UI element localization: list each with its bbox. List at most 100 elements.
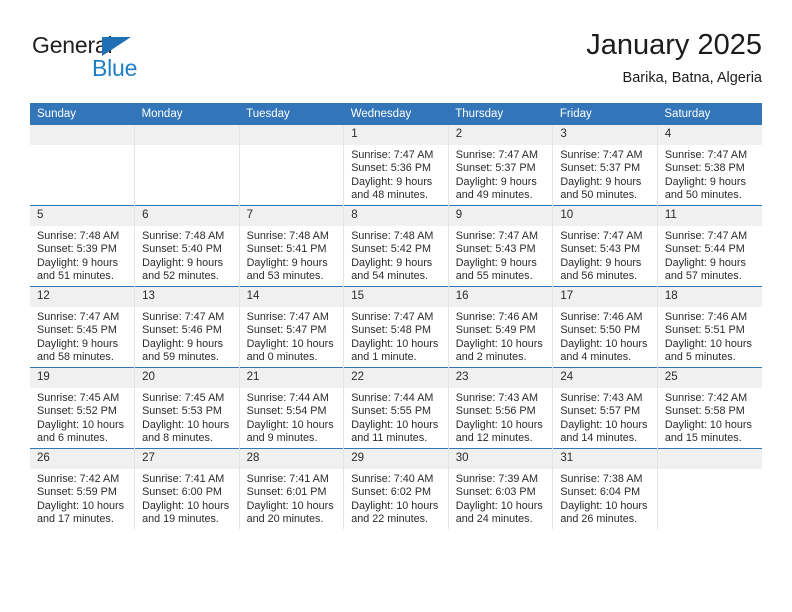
daylight-text-line1: Daylight: 9 hours [560, 256, 642, 269]
calendar-day-cell[interactable]: 19 Sunrise: 7:45 AM Sunset: 5:52 PM Dayligh… [30, 367, 135, 449]
daylight-text-line2: and 58 minutes. [37, 351, 114, 364]
daylight-text-line1: Daylight: 10 hours [560, 337, 648, 350]
calendar-day-cell[interactable]: 31 Sunrise: 7:38 AM Sunset: 6:04 PM Dayligh… [552, 448, 658, 529]
calendar-day-cell[interactable]: 8 Sunrise: 7:48 AM Sunset: 5:42 PM Daylight… [343, 205, 449, 287]
sunset-text: Sunset: 5:36 PM [351, 162, 432, 175]
day-details: Sunrise: 7:44 AM Sunset: 5:55 PM Daylight:… [344, 388, 448, 446]
daylight-text-line1: Daylight: 9 hours [455, 175, 537, 188]
calendar-day-cell[interactable]: 5 Sunrise: 7:48 AM Sunset: 5:39 PM Daylight… [30, 205, 135, 287]
sunrise-text: Sunrise: 7:46 AM [455, 311, 538, 323]
calendar-day-cell[interactable]: 4 Sunrise: 7:47 AM Sunset: 5:38 PM Daylight… [656, 125, 762, 206]
sunrise-text: Sunrise: 7:48 AM [37, 230, 120, 242]
sunset-text: Sunset: 5:42 PM [351, 243, 432, 256]
sunrise-text: Sunrise: 7:38 AM [560, 473, 643, 485]
day-number: 3 [553, 125, 657, 145]
daylight-text-line2: and 51 minutes. [37, 270, 114, 283]
calendar-day-cell[interactable]: 17 Sunrise: 7:46 AM Sunset: 5:50 PM Dayligh… [552, 286, 658, 368]
daylight-text-line1: Daylight: 10 hours [246, 337, 334, 350]
daylight-text-line1: Daylight: 9 hours [37, 256, 119, 269]
calendar-day-cell[interactable]: 24 Sunrise: 7:43 AM Sunset: 5:57 PM Dayligh… [552, 367, 658, 449]
daylight-text-line1: Daylight: 9 hours [560, 175, 642, 188]
sunset-text: Sunset: 5:59 PM [37, 486, 117, 499]
day-number [657, 449, 762, 469]
day-details: Sunrise: 7:39 AM Sunset: 6:03 PM Daylight:… [449, 469, 553, 527]
sunrise-text: Sunrise: 7:41 AM [142, 473, 225, 485]
sunrise-text: Sunrise: 7:47 AM [664, 230, 748, 242]
calendar-day-cell[interactable]: 18 Sunrise: 7:46 AM Sunset: 5:51 PM Dayligh… [656, 286, 762, 368]
calendar-day-cell[interactable]: 27 Sunrise: 7:41 AM Sunset: 6:00 PM Dayligh… [134, 448, 240, 529]
daylight-text-line1: Daylight: 10 hours [455, 418, 543, 431]
daylight-text-line1: Daylight: 10 hours [664, 418, 752, 431]
calendar-day-cell[interactable]: 6 Sunrise: 7:48 AM Sunset: 5:40 PM Daylight… [134, 205, 240, 287]
calendar-week-row: 26 Sunrise: 7:42 AM Sunset: 5:59 PM Dayligh… [30, 448, 762, 529]
day-number: 22 [344, 368, 448, 388]
calendar-day-cell[interactable]: 29 Sunrise: 7:40 AM Sunset: 6:02 PM Dayligh… [343, 448, 449, 529]
calendar-day-cell[interactable]: 21 Sunrise: 7:44 AM Sunset: 5:54 PM Dayligh… [238, 367, 344, 449]
daylight-text-line2: and 48 minutes. [351, 189, 429, 202]
daylight-text-line2: and 11 minutes. [351, 432, 428, 445]
sunset-text: Sunset: 6:00 PM [142, 486, 222, 499]
daylight-text-line1: Daylight: 10 hours [246, 418, 334, 431]
sunset-text: Sunset: 5:41 PM [246, 243, 327, 256]
brand-name-blue: Blue [92, 55, 138, 81]
sunrise-text: Sunrise: 7:47 AM [37, 311, 120, 323]
daylight-text-line1: Daylight: 10 hours [246, 499, 334, 512]
sunset-text: Sunset: 6:04 PM [560, 486, 641, 499]
day-details: Sunrise: 7:46 AM Sunset: 5:49 PM Daylight:… [449, 307, 553, 365]
day-details: Sunrise: 7:43 AM Sunset: 5:57 PM Daylight:… [553, 388, 657, 446]
day-details: Sunrise: 7:47 AM Sunset: 5:43 PM Daylight:… [553, 226, 657, 284]
day-number [135, 125, 239, 145]
daylight-text-line1: Daylight: 10 hours [37, 499, 125, 512]
calendar-day-cell[interactable]: 22 Sunrise: 7:44 AM Sunset: 5:55 PM Dayligh… [343, 367, 449, 449]
calendar-day-cell[interactable]: 14 Sunrise: 7:47 AM Sunset: 5:47 PM Dayligh… [238, 286, 344, 368]
daylight-text-line1: Daylight: 9 hours [351, 175, 433, 188]
calendar-day-cell[interactable]: 10 Sunrise: 7:47 AM Sunset: 5:43 PM Dayligh… [552, 205, 658, 287]
day-number: 12 [30, 287, 135, 307]
calendar-day-cell[interactable]: 30 Sunrise: 7:39 AM Sunset: 6:03 PM Dayligh… [447, 448, 553, 529]
calendar-day-cell[interactable]: 9 Sunrise: 7:47 AM Sunset: 5:43 PM Daylight… [447, 205, 553, 287]
calendar-day-cell[interactable]: 7 Sunrise: 7:48 AM Sunset: 5:41 PM Daylight… [238, 205, 344, 287]
calendar-day-cell[interactable]: 25 Sunrise: 7:42 AM Sunset: 5:58 PM Dayligh… [656, 367, 762, 449]
day-details: Sunrise: 7:43 AM Sunset: 5:56 PM Daylight:… [449, 388, 553, 446]
weekday-header-wednesday: Wednesday [343, 103, 449, 125]
weekday-header-tuesday: Tuesday [239, 103, 344, 125]
calendar-day-cell[interactable]: 2 Sunrise: 7:47 AM Sunset: 5:37 PM Daylight… [447, 125, 553, 206]
day-details: Sunrise: 7:47 AM Sunset: 5:36 PM Daylight:… [344, 145, 448, 203]
calendar-day-cell[interactable]: 16 Sunrise: 7:46 AM Sunset: 5:49 PM Dayligh… [447, 286, 553, 368]
calendar-day-cell[interactable]: 12 Sunrise: 7:47 AM Sunset: 5:45 PM Dayligh… [30, 286, 135, 368]
daylight-text-line2: and 22 minutes. [351, 513, 429, 526]
calendar-day-cell[interactable]: 20 Sunrise: 7:45 AM Sunset: 5:53 PM Dayligh… [134, 367, 240, 449]
calendar-day-cell[interactable]: 23 Sunrise: 7:43 AM Sunset: 5:56 PM Dayligh… [447, 367, 553, 449]
calendar-day-cell-empty [238, 125, 344, 206]
title-block: January 2025 Barika, Batna, Algeria [586, 28, 762, 88]
day-number: 18 [657, 287, 762, 307]
sunrise-text: Sunrise: 7:47 AM [351, 311, 434, 323]
calendar-day-cell[interactable]: 1 Sunrise: 7:47 AM Sunset: 5:36 PM Daylight… [343, 125, 449, 206]
day-number [239, 125, 344, 145]
day-details: Sunrise: 7:47 AM Sunset: 5:37 PM Daylight:… [449, 145, 553, 203]
calendar-day-cell[interactable]: 26 Sunrise: 7:42 AM Sunset: 5:59 PM Dayligh… [30, 448, 135, 529]
day-number: 16 [448, 287, 553, 307]
calendar-day-cell[interactable]: 11 Sunrise: 7:47 AM Sunset: 5:44 PM Dayligh… [656, 205, 762, 287]
weekday-header-saturday: Saturday [657, 103, 762, 125]
calendar-day-cell[interactable]: 3 Sunrise: 7:47 AM Sunset: 5:37 PM Daylight… [552, 125, 658, 206]
daylight-text-line1: Daylight: 9 hours [37, 337, 119, 350]
daylight-text-line1: Daylight: 9 hours [246, 256, 328, 269]
sunrise-text: Sunrise: 7:45 AM [142, 392, 225, 404]
calendar-day-cell-empty [30, 125, 135, 206]
daylight-text-line2: and 15 minutes. [664, 432, 742, 445]
sunset-text: Sunset: 5:58 PM [664, 405, 745, 418]
day-details: Sunrise: 7:45 AM Sunset: 5:52 PM Daylight:… [30, 388, 134, 446]
brand-logo[interactable]: General Blue [32, 32, 202, 90]
calendar-day-cell[interactable]: 15 Sunrise: 7:47 AM Sunset: 5:48 PM Dayligh… [343, 286, 449, 368]
calendar-day-cell[interactable]: 28 Sunrise: 7:41 AM Sunset: 6:01 PM Dayligh… [238, 448, 344, 529]
sunset-text: Sunset: 5:37 PM [560, 162, 641, 175]
sunset-text: Sunset: 5:47 PM [246, 324, 327, 337]
day-number: 2 [448, 125, 553, 145]
daylight-text-line1: Daylight: 10 hours [142, 418, 230, 431]
calendar-day-cell[interactable]: 13 Sunrise: 7:47 AM Sunset: 5:46 PM Dayligh… [134, 286, 240, 368]
day-number: 31 [553, 449, 657, 469]
sunset-text: Sunset: 5:46 PM [142, 324, 222, 337]
daylight-text-line2: and 6 minutes. [37, 432, 108, 445]
daylight-text-line2: and 50 minutes. [560, 189, 638, 202]
